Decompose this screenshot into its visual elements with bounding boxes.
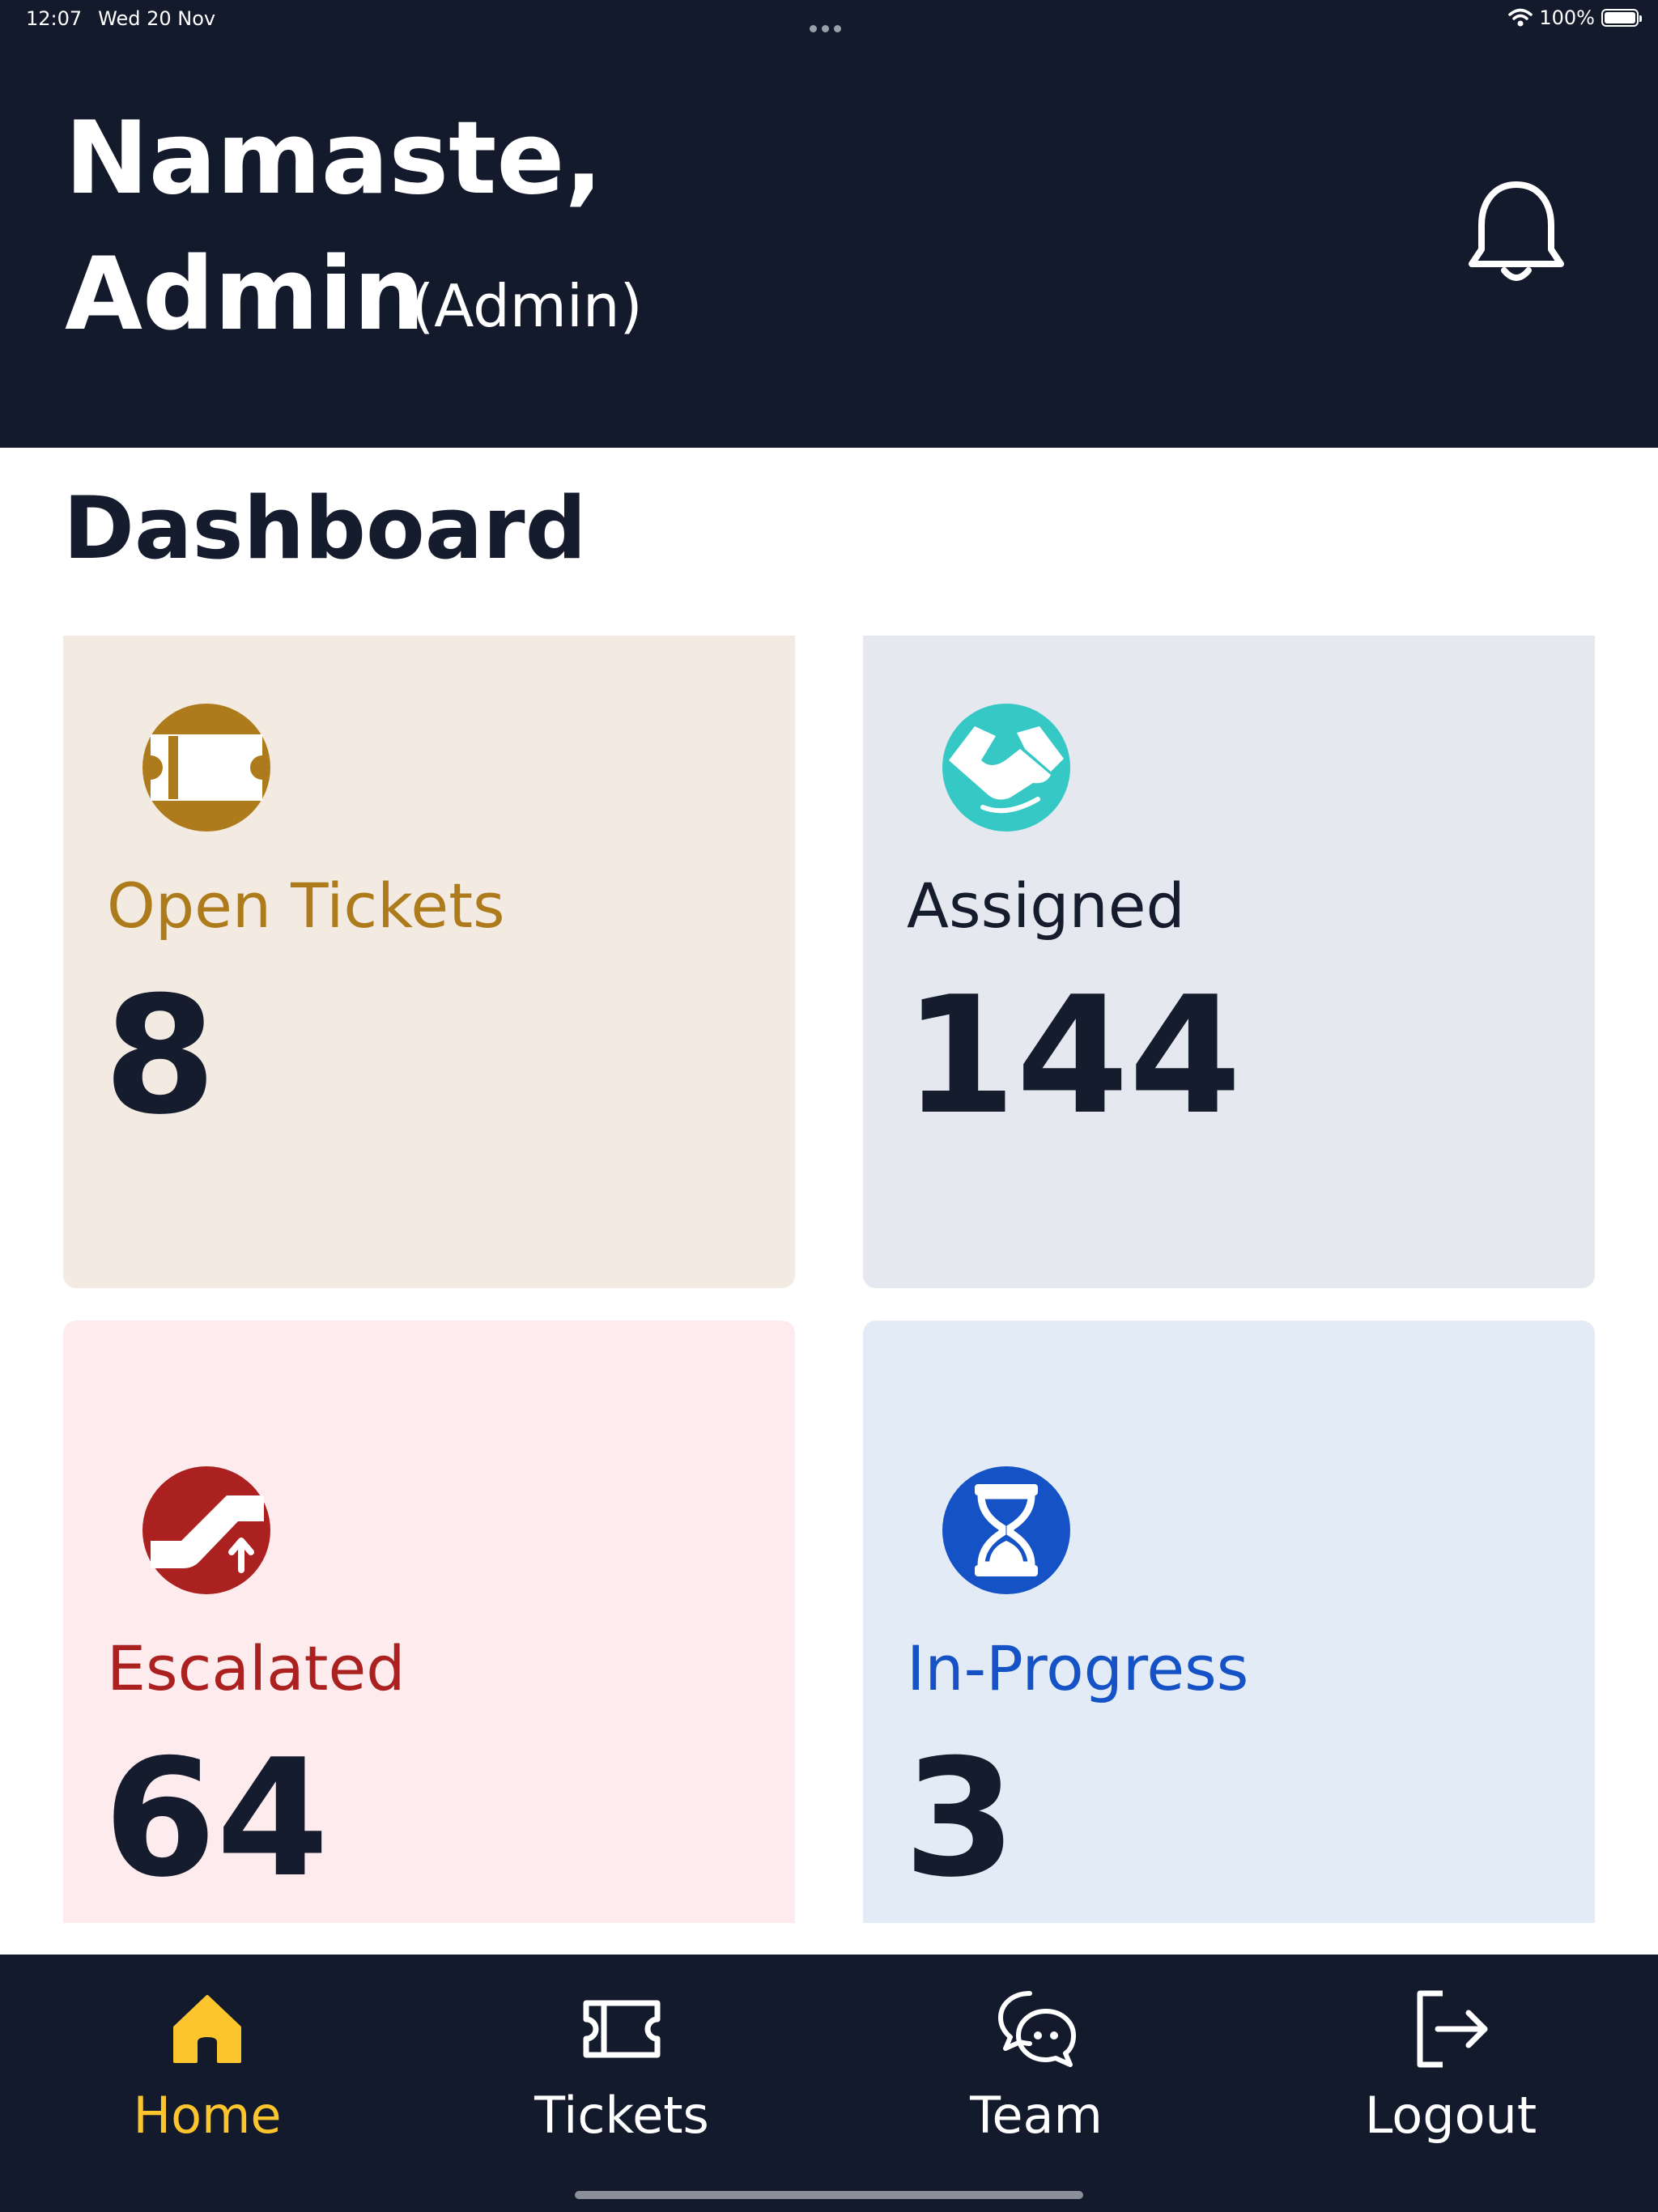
card-label: Assigned bbox=[907, 870, 1185, 942]
nav-label-tickets: Tickets bbox=[534, 2086, 709, 2145]
status-date: Wed 20 Nov bbox=[98, 7, 216, 30]
battery-percent: 100% bbox=[1539, 6, 1595, 29]
chat-icon bbox=[998, 1991, 1076, 2067]
wifi-icon bbox=[1508, 8, 1533, 27]
ticket-icon bbox=[583, 2000, 661, 2058]
nav-label-logout: Logout bbox=[1364, 2086, 1537, 2145]
nav-item-tickets[interactable]: Tickets bbox=[414, 1955, 829, 2165]
user-name: Admin bbox=[65, 236, 425, 353]
card-label: In-Progress bbox=[907, 1632, 1249, 1704]
card-value: 64 bbox=[104, 1725, 329, 1913]
card-open-tickets[interactable]: Open Tickets 8 bbox=[63, 636, 795, 1288]
card-value: 8 bbox=[104, 962, 217, 1151]
multitasking-dots-icon[interactable] bbox=[810, 15, 846, 37]
nav-item-home[interactable]: Home bbox=[0, 1955, 414, 2165]
card-label: Open Tickets bbox=[107, 870, 505, 942]
header: Namaste, Admin (Admin) bbox=[0, 37, 1658, 448]
page-title: Dashboard bbox=[63, 479, 587, 578]
nav-label-team: Team bbox=[970, 2086, 1103, 2145]
card-in-progress[interactable]: In-Progress 3 bbox=[863, 1321, 1595, 1923]
bottom-nav: Home Tickets Team Logout bbox=[0, 1955, 1658, 2212]
nav-label-home: Home bbox=[133, 2086, 282, 2145]
handshake-icon bbox=[942, 704, 1070, 832]
status-bar: 12:07 Wed 20 Nov 100% bbox=[0, 0, 1658, 37]
status-indicators: 100% bbox=[1508, 6, 1642, 29]
status-time: 12:07 bbox=[26, 7, 83, 30]
card-value: 3 bbox=[903, 1725, 1017, 1913]
nav-item-logout[interactable]: Logout bbox=[1244, 1955, 1658, 2165]
status-time-date: 12:07 Wed 20 Nov bbox=[26, 7, 215, 30]
escalator-icon bbox=[142, 1466, 270, 1594]
bell-icon[interactable] bbox=[1464, 175, 1569, 288]
home-indicator[interactable] bbox=[575, 2191, 1083, 2199]
home-icon bbox=[173, 1995, 241, 2063]
card-assigned[interactable]: Assigned 144 bbox=[863, 636, 1595, 1288]
battery-icon bbox=[1601, 9, 1642, 27]
ticket-icon bbox=[142, 704, 270, 832]
hourglass-icon bbox=[942, 1466, 1070, 1594]
card-value: 144 bbox=[903, 962, 1242, 1151]
logout-icon bbox=[1417, 1990, 1488, 2068]
card-label: Escalated bbox=[107, 1632, 406, 1704]
greeting-text: Namaste, bbox=[65, 100, 603, 217]
nav-item-team[interactable]: Team bbox=[829, 1955, 1244, 2165]
user-role: (Admin) bbox=[411, 272, 643, 340]
card-escalated[interactable]: Escalated 64 bbox=[63, 1321, 795, 1923]
